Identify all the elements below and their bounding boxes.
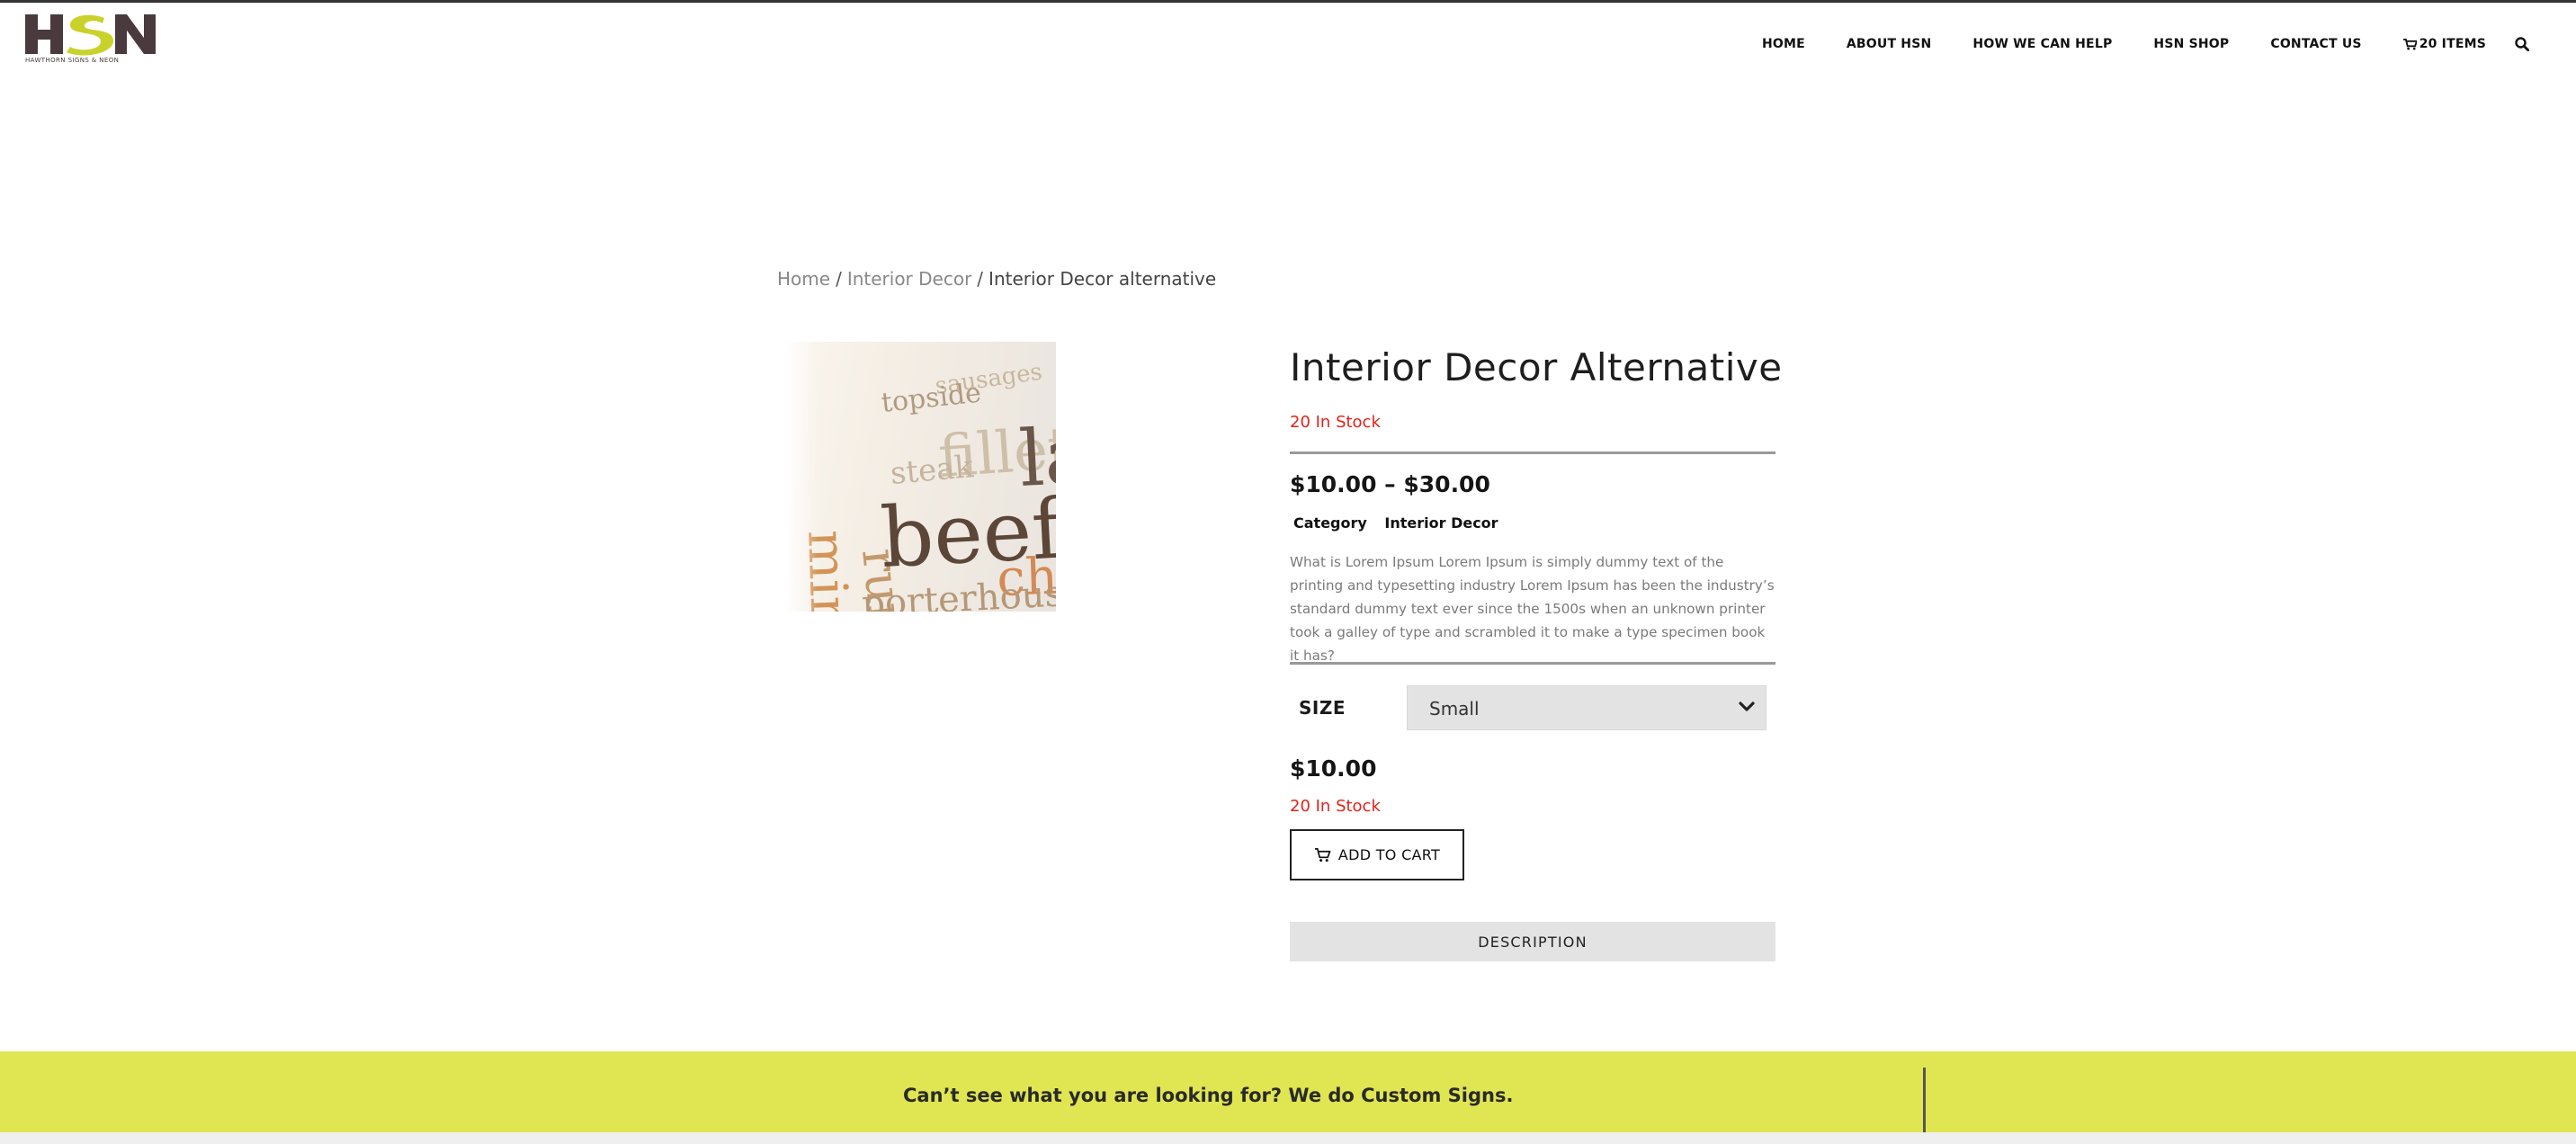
breadcrumb-category-link[interactable]: Interior Decor bbox=[847, 268, 971, 290]
add-to-cart-label: ADD TO CART bbox=[1337, 846, 1441, 863]
breadcrumb-separator: / bbox=[977, 268, 984, 290]
breadcrumb-home-link[interactable]: Home bbox=[777, 268, 830, 290]
short-description: What is Lorem Ipsum Lorem Ipsum is simpl… bbox=[1290, 554, 1775, 664]
variation-price: $10.00 bbox=[1290, 755, 1377, 782]
nav-contact-us[interactable]: CONTACT US bbox=[2270, 37, 2361, 51]
variation-stock-status: 20 In Stock bbox=[1290, 797, 1381, 816]
size-select-value: Small bbox=[1429, 698, 1480, 719]
size-select[interactable]: Small bbox=[1407, 685, 1767, 730]
cart-icon bbox=[1314, 848, 1331, 862]
logo-mark bbox=[25, 14, 156, 56]
category-link[interactable]: Interior Decor bbox=[1384, 514, 1498, 532]
main-navigation: HOME ABOUT HSN HOW WE CAN HELP HSN SHOP … bbox=[1721, 34, 2531, 54]
size-variation-row: SIZE Small bbox=[1290, 685, 1775, 730]
product-title: Interior Decor Alternative bbox=[1290, 345, 1783, 389]
cart-count-label: 20 ITEMS bbox=[2419, 37, 2486, 51]
nav-hsn-shop[interactable]: HSN SHOP bbox=[2153, 37, 2229, 51]
breadcrumb-separator: / bbox=[836, 268, 842, 290]
product-image[interactable]: sausages topside fillet lamb steak rump … bbox=[785, 342, 1056, 612]
search-button[interactable] bbox=[2513, 35, 2531, 53]
tab-description-label: DESCRIPTION bbox=[1478, 933, 1588, 951]
product-summary: Interior Decor Alternative 20 In Stock $… bbox=[1290, 345, 1783, 961]
nav-cart[interactable]: 20 ITEMS bbox=[2402, 37, 2486, 51]
nav-about-hsn[interactable]: ABOUT HSN bbox=[1847, 37, 1932, 51]
divider bbox=[1290, 662, 1775, 665]
breadcrumb: Home / Interior Decor / Interior Decor alter… bbox=[777, 268, 1216, 290]
nav-how-we-can-help[interactable]: HOW WE CAN HELP bbox=[1972, 37, 2112, 51]
nav-home[interactable]: HOME bbox=[1762, 37, 1805, 51]
banner-divider bbox=[1923, 1068, 1926, 1132]
product-photo-wall-words: sausages topside fillet lamb steak rump … bbox=[785, 342, 1056, 612]
product-meta: Category Interior Decor bbox=[1293, 514, 1498, 532]
custom-signs-text: Can’t see what you are looking for? We d… bbox=[903, 1085, 1514, 1106]
add-to-cart-button[interactable]: ADD TO CART bbox=[1290, 829, 1464, 880]
custom-signs-banner: Can’t see what you are looking for? We d… bbox=[0, 1051, 2576, 1132]
category-label: Category bbox=[1293, 514, 1367, 532]
breadcrumb-current: Interior Decor alternative bbox=[988, 268, 1217, 290]
site-logo[interactable]: HAWTHORN SIGNS & NEON bbox=[25, 13, 156, 65]
price-range: $10.00 – $30.00 bbox=[1290, 471, 1490, 497]
chevron-down-icon bbox=[1739, 702, 1755, 711]
top-border bbox=[0, 0, 2576, 3]
logo-tagline: HAWTHORN SIGNS & NEON bbox=[25, 57, 120, 64]
stock-status: 20 In Stock bbox=[1290, 413, 1381, 432]
divider bbox=[1290, 451, 1775, 454]
cart-icon bbox=[2402, 38, 2417, 50]
size-label: SIZE bbox=[1299, 697, 1346, 719]
footer-strip bbox=[0, 1132, 2576, 1144]
tab-description[interactable]: DESCRIPTION bbox=[1290, 922, 1775, 961]
search-icon bbox=[2515, 37, 2529, 51]
